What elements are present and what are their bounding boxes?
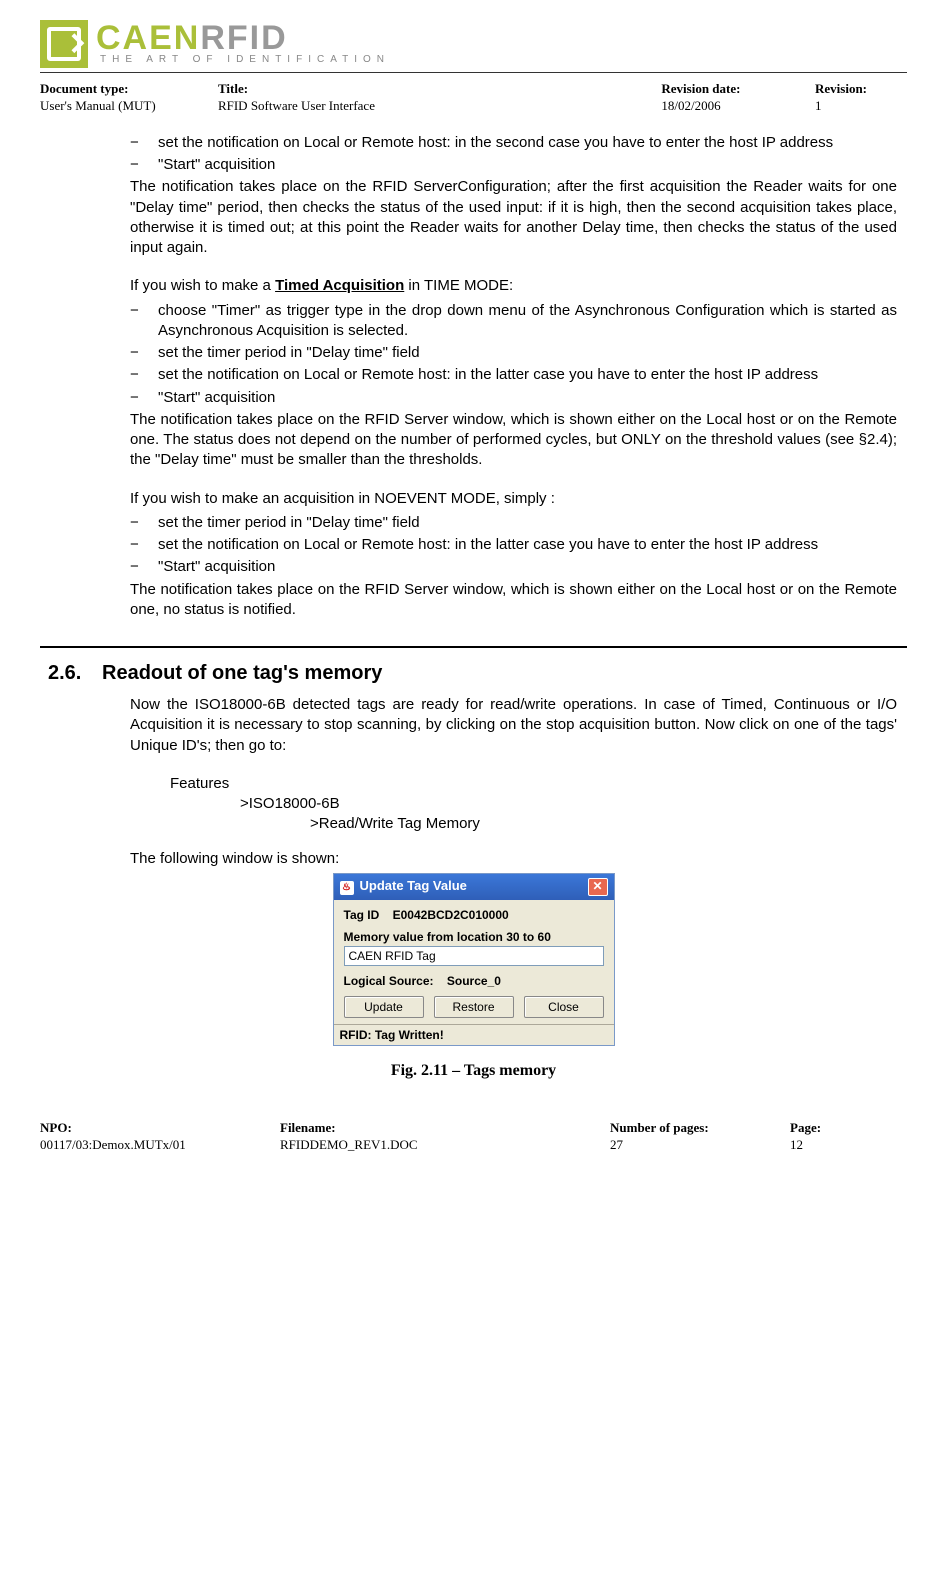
doc-meta-footer: NPO: 00117/03:Demox.MUTx/01 Filename: RF… — [40, 1120, 907, 1154]
dialog-status: RFID: Tag Written! — [334, 1024, 614, 1045]
list-item: −set the notification on Local or Remote… — [130, 535, 897, 555]
tag-id-label: Tag ID — [344, 908, 380, 922]
doc-type-value: User's Manual (MUT) — [40, 98, 178, 115]
menu-path-l1: Features — [170, 774, 897, 794]
paragraph: If you wish to make a Timed Acquisition … — [130, 276, 897, 296]
section-number: 2.6. — [48, 662, 102, 685]
update-button[interactable]: Update — [344, 996, 424, 1018]
brand-header: CAENRFID THE ART OF IDENTIFICATION — [40, 20, 907, 73]
paragraph: If you wish to make an acquisition in NO… — [130, 489, 897, 509]
list-item: −"Start" acquisition — [130, 155, 897, 175]
revision-label: Revision: — [815, 81, 867, 98]
close-button[interactable]: Close — [524, 996, 604, 1018]
list-item: −"Start" acquisition — [130, 557, 897, 577]
close-icon[interactable]: ✕ — [588, 878, 608, 896]
section-heading: 2.6. Readout of one tag's memory — [40, 662, 907, 685]
brand-tagline: THE ART OF IDENTIFICATION — [96, 54, 390, 65]
memory-label: Memory value from location 30 to 60 — [344, 930, 551, 944]
paragraph: The notification takes place on the RFID… — [130, 580, 897, 621]
section-title: Readout of one tag's memory — [102, 662, 382, 685]
title-value: RFID Software User Interface — [218, 98, 461, 115]
filename-value: RFIDDEMO_REV1.DOC — [280, 1137, 580, 1154]
list-item: −"Start" acquisition — [130, 388, 897, 408]
rev-date-value: 18/02/2006 — [661, 98, 775, 115]
paragraph: The following window is shown: — [130, 849, 897, 869]
bullet-text: set the notification on Local or Remote … — [158, 133, 897, 153]
brand-main: CAEN — [96, 19, 200, 57]
list-item: −choose "Timer" as trigger type in the d… — [130, 301, 897, 342]
rev-date-label: Revision date: — [661, 81, 775, 98]
tag-id-value: E0042BCD2C010000 — [393, 908, 509, 922]
bullet-text: set the timer period in "Delay time" fie… — [158, 513, 897, 533]
pages-label: Number of pages: — [610, 1120, 760, 1137]
memory-input[interactable] — [344, 946, 604, 966]
bullet-text: set the notification on Local or Remote … — [158, 365, 897, 385]
restore-button[interactable]: Restore — [434, 996, 514, 1018]
bullet-text: set the notification on Local or Remote … — [158, 535, 897, 555]
section-content: Now the ISO18000-6B detected tags are re… — [40, 695, 907, 869]
bullet-text: "Start" acquisition — [158, 557, 897, 577]
pages-value: 27 — [610, 1137, 760, 1154]
filename-label: Filename: — [280, 1120, 580, 1137]
paragraph: Now the ISO18000-6B detected tags are re… — [130, 695, 897, 756]
paragraph: The notification takes place on the RFID… — [130, 410, 897, 471]
update-tag-dialog: ♨ Update Tag Value ✕ Tag ID E0042BCD2C010… — [333, 873, 615, 1046]
menu-path-l3: >Read/Write Tag Memory — [170, 814, 897, 834]
dialog-titlebar: ♨ Update Tag Value ✕ — [334, 874, 614, 900]
java-icon: ♨ — [340, 881, 354, 895]
brand-icon — [40, 20, 88, 68]
npo-label: NPO: — [40, 1120, 250, 1137]
brand-text: CAENRFID — [96, 23, 390, 54]
npo-value: 00117/03:Demox.MUTx/01 — [40, 1137, 250, 1154]
section-divider — [40, 646, 907, 648]
doc-type-label: Document type: — [40, 81, 178, 98]
bullet-text: choose "Timer" as trigger type in the dr… — [158, 301, 897, 342]
revision-value: 1 — [815, 98, 867, 115]
logical-source-value: Source_0 — [447, 974, 501, 988]
body-content: −set the notification on Local or Remote… — [40, 133, 907, 620]
list-item: −set the timer period in "Delay time" fi… — [130, 343, 897, 363]
bullet-text: set the timer period in "Delay time" fie… — [158, 343, 897, 363]
paragraph: The notification takes place on the RFID… — [130, 177, 897, 258]
page-value: 12 — [790, 1137, 821, 1154]
page-label: Page: — [790, 1120, 821, 1137]
list-item: −set the notification on Local or Remote… — [130, 133, 897, 153]
dialog-title: Update Tag Value — [360, 878, 467, 893]
figure-caption: Fig. 2.11 – Tags memory — [40, 1062, 907, 1080]
menu-path-l2: >ISO18000-6B — [170, 794, 897, 814]
menu-path: Features >ISO18000-6B >Read/Write Tag Me… — [130, 774, 897, 835]
brand-suffix: RFID — [200, 19, 287, 57]
list-item: −set the notification on Local or Remote… — [130, 365, 897, 385]
logical-source-label: Logical Source: — [344, 974, 434, 988]
list-item: −set the timer period in "Delay time" fi… — [130, 513, 897, 533]
bullet-text: "Start" acquisition — [158, 388, 897, 408]
title-label: Title: — [218, 81, 461, 98]
doc-meta-header: Document type: User's Manual (MUT) Title… — [40, 81, 907, 115]
bullet-text: "Start" acquisition — [158, 155, 897, 175]
